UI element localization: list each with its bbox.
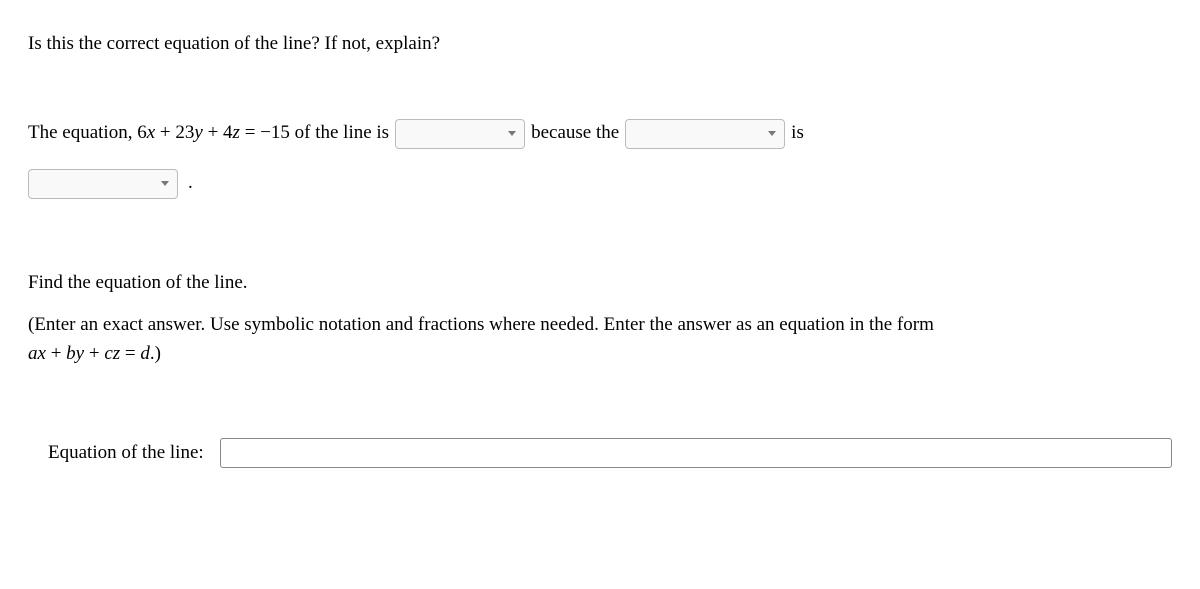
form-d: d [140,343,150,364]
text-suffix: of the line is [290,122,389,143]
dropdown-reason-object[interactable] [28,169,178,199]
equation-text: The equation, 6x + 23y + 4z = −15 of the… [28,119,389,148]
op-plus: + [155,122,175,143]
help-close: .) [150,343,161,364]
text-is: is [791,119,804,148]
chevron-down-icon [508,131,516,136]
sentence-period: . [188,169,193,198]
dropdown-reason-subject[interactable] [625,119,785,149]
text-prefix: The equation, [28,122,137,143]
help-text: (Enter an exact answer. Use symbolic not… [28,311,1172,368]
var-y: y [194,122,202,143]
form-plus: + [84,343,104,364]
form-a: a [28,343,38,364]
help-open: (Enter an exact answer. Use symbolic not… [28,314,934,335]
form-x: x [38,343,46,364]
answer-label: Equation of the line: [48,439,204,468]
coef-6: 6 [137,122,147,143]
op-plus: + [203,122,223,143]
coef-23: 23 [175,122,194,143]
var-x: x [147,122,155,143]
find-equation-prompt: Find the equation of the line. [28,269,1172,298]
dropdown-correctness[interactable] [395,119,525,149]
question-container: Is this the correct equation of the line… [28,30,1172,468]
form-c: c [104,343,112,364]
question-prompt: Is this the correct equation of the line… [28,30,1172,59]
fill-in-sentence: The equation, 6x + 23y + 4z = −15 of the… [28,119,1172,149]
chevron-down-icon [768,131,776,136]
answer-row: Equation of the line: [28,438,1172,468]
coef-4: 4 [223,122,233,143]
rhs: −15 [260,122,290,143]
op-eq: = [240,122,260,143]
form-b: b [66,343,76,364]
form-plus: + [46,343,66,364]
text-because: because the [531,119,619,148]
form-y: y [76,343,84,364]
chevron-down-icon [161,181,169,186]
form-eq: = [120,343,140,364]
fill-in-sentence-line2: . [28,169,1172,199]
equation-input[interactable] [220,438,1172,468]
var-z: z [233,122,240,143]
